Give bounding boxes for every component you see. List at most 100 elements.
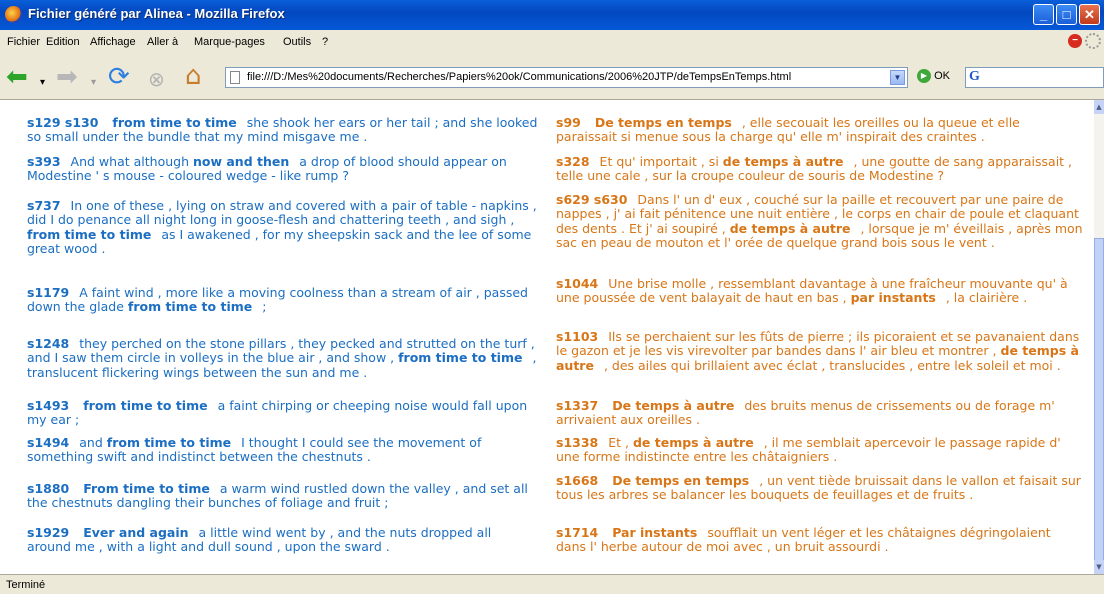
go-label: OK [934, 69, 950, 82]
segment-text: Et qu' importait , si [599, 154, 719, 169]
forward-icon[interactable]: ➡ [56, 62, 78, 92]
english-segment: s737 In one of these , lying on straw and… [27, 198, 539, 257]
segment-id: s1337 [556, 398, 599, 413]
url-bar[interactable]: file:///D:/Mes%20documents/Recherches/Pa… [225, 67, 908, 88]
segment-id: s1880 [27, 481, 70, 496]
menu-fichier[interactable]: Fichier [7, 36, 40, 48]
segment-keyword: de temps à autre [722, 154, 844, 169]
segment-id: s737 [27, 198, 61, 213]
back-dropdown-icon[interactable]: ▾ [40, 68, 45, 98]
home-icon[interactable]: ⌂ [185, 61, 202, 91]
stop-status-icon: − [1068, 34, 1082, 48]
back-icon[interactable]: ⬅ [6, 62, 28, 92]
stop-icon[interactable]: ⊗ [148, 64, 165, 94]
segment-keyword: from time to time [27, 226, 152, 242]
forward-dropdown-icon[interactable]: ▾ [91, 68, 96, 98]
close-button[interactable]: ✕ [1079, 4, 1100, 25]
french-segment: s629 s630 Dans l' un d' eux , couché sur … [556, 192, 1084, 251]
segment-text: And what although [70, 154, 189, 169]
english-segment: s1248 they perched on the stone pillars ,… [27, 336, 539, 380]
status-text: Terminé [6, 579, 46, 591]
french-segment: s1714 Par instants soufflait un vent lég… [556, 525, 1084, 555]
segment-id: s1668 [556, 473, 599, 488]
url-text[interactable]: file:///D:/Mes%20documents/Recherches/Pa… [247, 71, 791, 83]
segment-text: she shook her ears or her tail ; and she… [27, 115, 538, 145]
english-segment: s1494 and from time to time I thought I c… [27, 435, 539, 465]
segment-text: Et , [608, 435, 629, 450]
french-segment: s1103 Ils se perchaient sur les fûts de p… [556, 329, 1084, 373]
throbber-icon [1085, 33, 1101, 49]
segment-text: and [79, 435, 103, 450]
english-segment: s393 And what although now and then a dro… [27, 154, 539, 184]
segment-text: ; [262, 299, 267, 315]
segment-text: , des ailes qui brillaient avec éclat , … [603, 357, 1061, 373]
segment-id: s99 [556, 115, 581, 130]
maximize-button[interactable]: □ [1056, 4, 1077, 25]
menu-bar: Fichier Edition Affichage Aller à Marque… [0, 30, 1104, 54]
english-segment: s1929 Ever and again a little wind went … [27, 525, 539, 555]
scroll-down-icon[interactable]: ▼ [1094, 560, 1104, 574]
segment-keyword: From time to time [83, 481, 210, 496]
french-segment: s1337 De temps à autre des bruits menus … [556, 398, 1084, 428]
french-segment: s1044 Une brise molle , ressemblant davan… [556, 276, 1084, 306]
french-segment: s1338 Et , de temps à autre , il me sembl… [556, 435, 1084, 465]
window-title: Fichier généré par Alinea - Mozilla Fire… [28, 6, 285, 21]
segment-keyword: par instants [850, 290, 936, 306]
menu-aller-a[interactable]: Aller à [147, 36, 178, 48]
french-segment: s99 De temps en temps , elle secouait le… [556, 115, 1084, 145]
segment-text: , la clairière . [945, 290, 1028, 306]
segment-text: A faint wind , more like a moving coolne… [27, 285, 528, 315]
go-icon: ▶ [917, 69, 931, 83]
segment-id: s629 s630 [556, 192, 628, 207]
segment-keyword: from time to time [106, 435, 232, 450]
reload-icon[interactable]: ⟳ [108, 62, 130, 92]
segment-keyword: De temps à autre [612, 398, 735, 413]
segment-id: s129 s130 [27, 115, 99, 130]
menu-outils[interactable]: Outils [283, 36, 311, 48]
segment-id: s393 [27, 154, 61, 169]
segment-keyword: de temps à autre [729, 220, 851, 236]
segment-keyword: Ever and again [83, 525, 189, 540]
segment-text: , il me semblait apercevoir le passage r… [556, 435, 1061, 465]
dropdown-arrow-icon[interactable]: ▼ [890, 70, 905, 85]
search-box[interactable]: G [965, 67, 1104, 88]
segment-id: s1103 [556, 329, 599, 344]
segment-id: s1248 [27, 336, 70, 351]
vertical-scrollbar[interactable]: ▲ ▼ [1094, 100, 1104, 576]
segment-keyword: De temps en temps [612, 473, 750, 488]
segment-id: s1493 [27, 398, 70, 413]
menu-help[interactable]: ? [322, 36, 328, 48]
page-content: s129 s130 from time to time she shook he… [0, 100, 1094, 574]
english-segment: s1179 A faint wind , more like a moving c… [27, 285, 539, 315]
french-segment: s328 Et qu' importait , si de temps à aut… [556, 154, 1084, 184]
menu-affichage[interactable]: Affichage [90, 36, 136, 48]
segment-id: s1714 [556, 525, 599, 540]
segment-id: s1494 [27, 435, 70, 450]
segment-keyword: Par instants [612, 525, 698, 540]
navigation-toolbar: ⬅ ▾ ➡ ▾ ⟳ ⊗ ⌂ file:///D:/Mes%20documents… [0, 54, 1104, 100]
scroll-up-icon[interactable]: ▲ [1094, 100, 1104, 114]
segment-keyword: now and then [192, 154, 290, 169]
english-segment: s1493 from time to time a faint chirping… [27, 398, 539, 428]
segment-id: s328 [556, 154, 590, 169]
go-button[interactable]: ▶ OK [917, 69, 950, 83]
segment-keyword: from time to time [398, 350, 523, 366]
firefox-icon [5, 6, 22, 23]
menu-edition[interactable]: Edition [46, 36, 80, 48]
segment-id: s1929 [27, 525, 70, 540]
english-segment: s1880 From time to time a warm wind rust… [27, 481, 539, 511]
google-icon: G [969, 69, 980, 84]
scroll-thumb[interactable] [1094, 238, 1104, 576]
menu-marque-pages[interactable]: Marque-pages [194, 36, 265, 48]
page-icon [230, 71, 240, 84]
segment-id: s1338 [556, 435, 599, 450]
english-segment: s129 s130 from time to time she shook he… [27, 115, 539, 145]
segment-keyword: De temps en temps [594, 115, 732, 130]
segment-text: In one of these , lying on straw and cov… [27, 198, 537, 228]
window-titlebar: Fichier généré par Alinea - Mozilla Fire… [0, 0, 1104, 30]
segment-keyword: from time to time [127, 299, 253, 315]
french-segment: s1668 De temps en temps , un vent tiède … [556, 473, 1084, 503]
segment-id: s1179 [27, 285, 70, 300]
segment-keyword: from time to time [83, 398, 208, 413]
minimize-button[interactable]: _ [1033, 4, 1054, 25]
